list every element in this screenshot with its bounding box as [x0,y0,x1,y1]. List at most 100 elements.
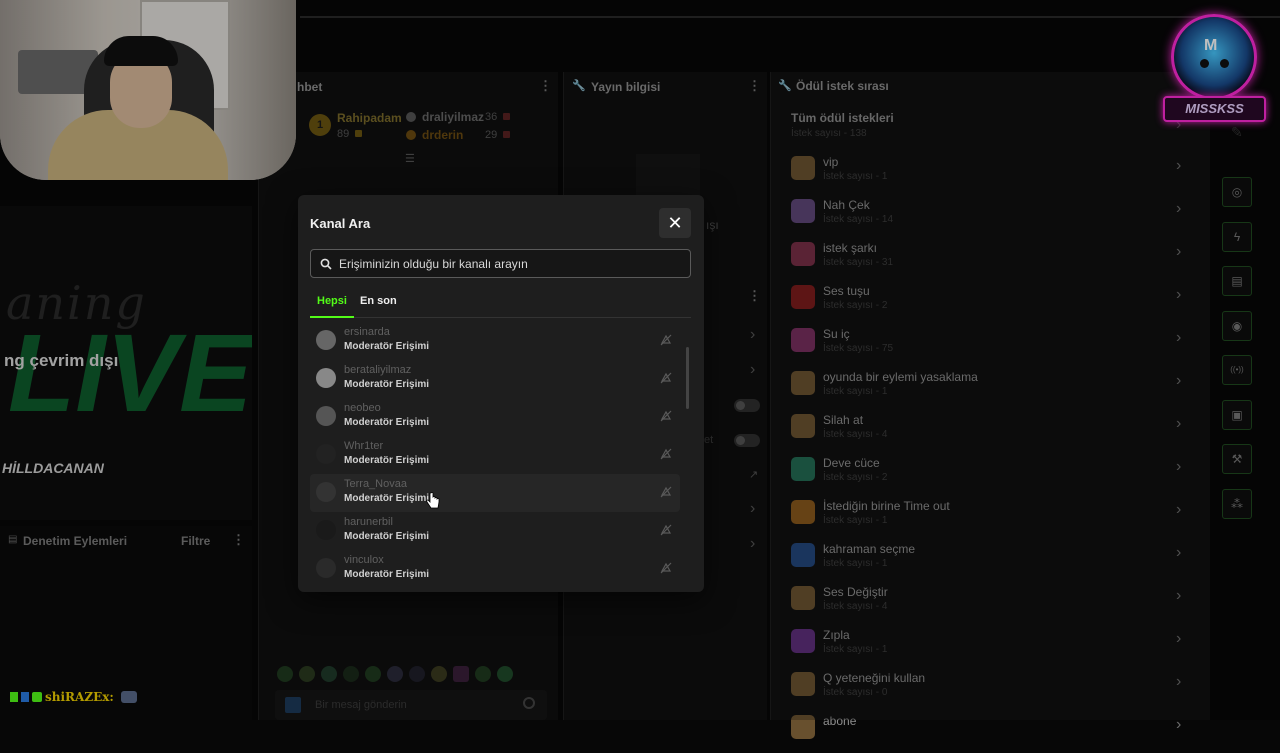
channel-row[interactable]: harunerbil Moderatör Erişimi [310,512,680,550]
tab-all[interactable]: Hepsi [317,295,347,307]
logo-letter: M [1204,37,1218,54]
channel-row[interactable]: berataliyilmaz Moderatör Erişimi [310,360,680,398]
reward-queue-panel: 🔧 Ödül istek sırası Tüm ödül istekleri İ… [770,72,1210,739]
notification-muted-icon[interactable] [660,524,672,536]
chevron-right-icon[interactable]: › [750,535,755,553]
filter-button[interactable]: Filtre [181,534,210,548]
chevron-right-icon[interactable]: › [750,361,755,379]
notification-muted-icon[interactable] [660,448,672,460]
wrench-icon: 🔧 [572,80,586,92]
reward-title: Nah Çek [823,198,870,212]
chevron-right-icon[interactable]: › [750,326,755,344]
notes-icon[interactable]: ▤ [1222,266,1252,296]
emote-icon[interactable] [277,666,293,682]
reward-icon [791,285,815,309]
notification-muted-icon[interactable] [660,372,672,384]
chevron-right-icon[interactable]: › [1176,716,1181,734]
reward-request-item[interactable]: kahraman seçme İstek sayısı - 1 › [771,538,1181,581]
settings-menu-icon[interactable]: ⋮ [748,288,761,304]
close-button[interactable]: ✕ [659,208,691,238]
all-rewards-title[interactable]: Tüm ödül istekleri [791,111,894,125]
reward-request-item[interactable]: Q yeteneğini kullan İstek sayısı - 0 › [771,667,1181,710]
reward-count: İstek sayısı - 2 [823,472,888,483]
reward-title: kahraman seçme [823,542,916,556]
reward-request-item[interactable]: istek şarkı İstek sayısı - 31 › [771,237,1181,280]
edit-icon[interactable]: ✎ [1231,124,1243,141]
notification-muted-icon[interactable] [660,410,672,422]
reward-request-item[interactable]: İstediğin birine Time out İstek sayısı - … [771,495,1181,538]
emote-icon[interactable] [343,666,359,682]
users-icon[interactable]: ⁂ [1222,488,1252,519]
video-icon[interactable]: ▣ [1222,399,1252,430]
expand-leaderboard-icon[interactable]: ☰ [405,152,415,165]
chevron-right-icon[interactable]: › [1176,157,1181,175]
chevron-right-icon[interactable]: › [1176,673,1181,691]
reward-request-item[interactable]: vip İstek sayısı - 1 › [771,151,1181,194]
channel-row[interactable]: ersinarda Moderatör Erişimi [310,322,680,360]
chevron-right-icon[interactable]: › [1176,544,1181,562]
chevron-right-icon[interactable]: › [1176,587,1181,605]
channel-avatar [316,330,336,350]
lightning-icon[interactable]: ϟ [1222,221,1252,252]
channel-list-scrollbar[interactable] [686,347,689,409]
emote-icon[interactable] [453,666,469,682]
reward-request-item[interactable]: Deve cüce İstek sayısı - 2 › [771,452,1181,495]
channel-row[interactable]: Whr1ter Moderatör Erişimi [310,436,680,474]
channel-row[interactable]: neobeo Moderatör Erişimi [310,398,680,436]
chevron-right-icon[interactable]: › [1176,372,1181,390]
channel-role: Moderatör Erişimi [344,417,430,428]
emote-icon[interactable] [475,666,491,682]
channel-list: ersinarda Moderatör Erişimi berataliyilmaz… [310,322,680,584]
notification-muted-icon[interactable] [660,334,672,346]
channel-search-box[interactable] [310,249,691,278]
reward-request-item[interactable]: Ses Değiştir İstek sayısı - 4 › [771,581,1181,624]
chat-panel-menu-icon[interactable]: ⋮ [539,78,552,94]
chevron-right-icon[interactable]: › [750,500,755,518]
reward-request-item[interactable]: abone › [771,710,1181,753]
emote-icon[interactable] [387,666,403,682]
chat-input-box[interactable]: Bir mesaj gönderin [275,690,547,720]
toggle-switch[interactable] [734,434,760,447]
reward-icon [791,242,815,266]
emote-icon[interactable] [299,666,315,682]
toggle-switch[interactable] [734,399,760,412]
channel-row[interactable]: Terra_Novaa Moderatör Erişimi [310,474,680,512]
tab-recent[interactable]: En son [360,295,397,307]
channel-search-input[interactable] [337,250,677,277]
camera-icon[interactable]: ◎ [1222,177,1252,207]
mod-actions-menu-icon[interactable]: ⋮ [232,532,245,548]
reward-request-item[interactable]: Zıpla İstek sayısı - 1 › [771,624,1181,667]
chevron-right-icon[interactable]: › [1176,415,1181,433]
reward-request-item[interactable]: Ses tuşu İstek sayısı - 2 › [771,280,1181,323]
emote-icon[interactable] [431,666,447,682]
reward-request-item[interactable]: oyunda bir eylemi yasaklama İstek sayısı … [771,366,1181,409]
channel-row[interactable]: vinculox Moderatör Erişimi [310,550,680,584]
chart-icon[interactable]: ↗ [749,468,758,481]
emote-icon[interactable] [409,666,425,682]
stream-info-menu-icon[interactable]: ⋮ [748,78,761,94]
chevron-right-icon[interactable]: › [1176,630,1181,648]
emoji-icon[interactable] [523,697,535,709]
reward-icon [791,500,815,524]
chevron-right-icon[interactable]: › [1176,458,1181,476]
emote-icon[interactable] [321,666,337,682]
wrench-icon[interactable]: ⚒ [1222,444,1252,474]
reward-request-item[interactable]: Silah at İstek sayısı - 4 › [771,409,1181,452]
reward-request-item[interactable]: Su iç İstek sayısı - 75 › [771,323,1181,366]
chat-icon[interactable]: ◉ [1222,310,1252,341]
emote-icon[interactable] [365,666,381,682]
chevron-right-icon[interactable]: › [1176,243,1181,261]
chevron-right-icon[interactable]: › [1176,286,1181,304]
emote-icon[interactable] [497,666,513,682]
leaderboard-second-name: draliyilmaz [422,110,485,124]
chevron-right-icon[interactable]: › [1176,501,1181,519]
notification-muted-icon[interactable] [660,486,672,498]
broadcast-icon[interactable]: ((•)) [1222,355,1252,385]
chevron-right-icon[interactable]: › [1176,329,1181,347]
notification-muted-icon[interactable] [660,562,672,574]
channel-avatar [316,482,336,502]
reward-count: İstek sayısı - 1 [823,386,888,397]
reward-request-item[interactable]: Nah Çek İstek sayısı - 14 › [771,194,1181,237]
chevron-right-icon[interactable]: › [1176,200,1181,218]
emote-bar [277,666,557,684]
